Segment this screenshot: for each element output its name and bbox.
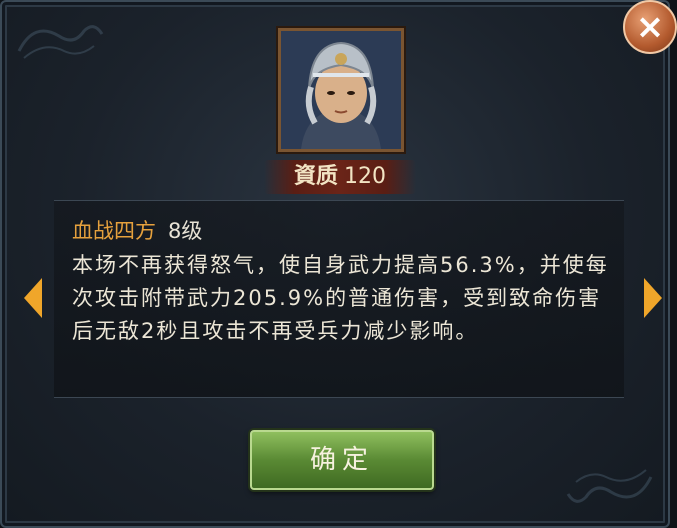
skill-dialog: 資质 120 血战四方 8级 本场不再获得怒气，使自身武力提高56.3%，并使每次攻… [0,0,670,528]
skill-level: 8级 [168,219,203,243]
arrow-left-icon[interactable] [24,278,42,318]
confirm-button[interactable]: 确定 [250,430,434,490]
cloud-ornament-icon [17,25,104,59]
cloud-ornament-icon [566,469,653,503]
skill-title: 血战四方 8级 [72,215,202,245]
aptitude-value: 120 [344,164,386,189]
skill-name: 血战四方 [72,219,156,243]
skill-description: 本场不再获得怒气，使自身武力提高56.3%，并使每次攻击附带武力205.9%的普… [72,253,609,343]
hero-portrait-icon [281,31,401,149]
arrow-right-icon[interactable] [644,278,662,318]
skill-description-panel: 血战四方 8级 本场不再获得怒气，使自身武力提高56.3%，并使每次攻击附带武力2… [54,200,624,398]
hero-portrait [278,28,404,152]
aptitude-label: 資质 [293,164,338,189]
close-icon: × [635,7,665,47]
close-button[interactable]: × [623,0,677,54]
aptitude-banner: 資质 120 [264,160,416,194]
